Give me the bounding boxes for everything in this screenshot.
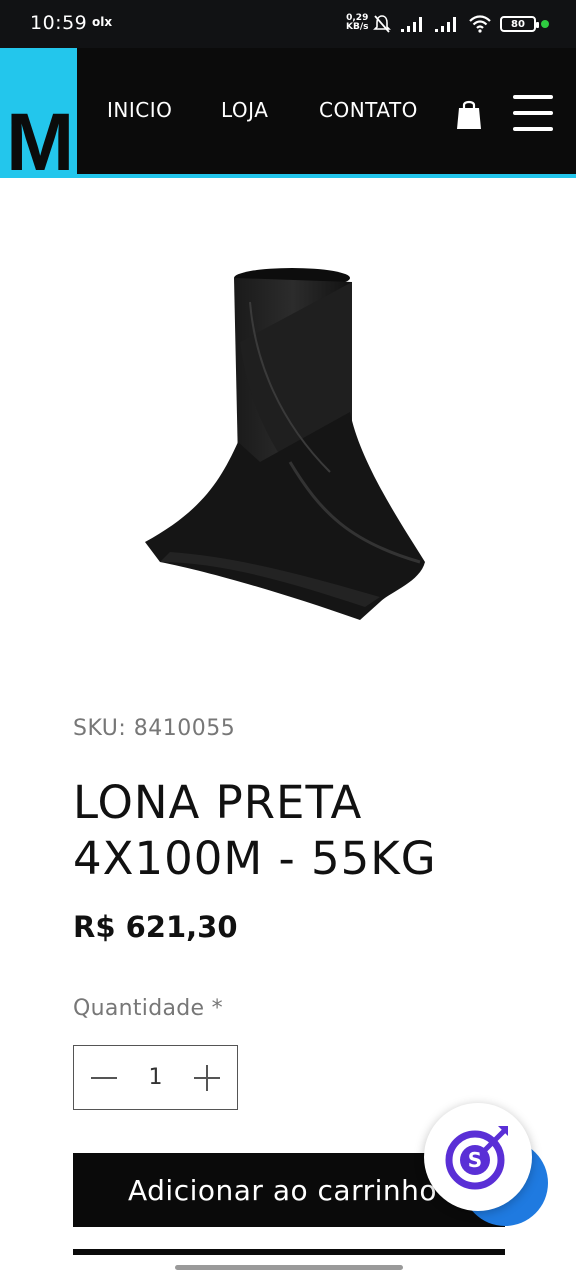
minus-icon [91,1076,117,1079]
plus-icon [194,1064,220,1091]
black-plastic-roll-image [145,268,425,620]
quantity-label: Quantidade * [73,996,223,1021]
nav-home-link[interactable]: INICIO [107,98,172,122]
status-time: 10:59 [30,12,88,34]
signal-icon [435,17,456,32]
nav-shop-link[interactable]: LOJA [221,98,268,122]
nav-contact-link[interactable]: CONTATO [319,98,418,122]
battery-icon: 80 [500,16,539,32]
product-title: LONA PRETA 4X100M - 55KG [73,776,437,885]
wifi-icon [469,15,491,33]
home-indicator [175,1265,403,1270]
required-asterisk: * [211,996,223,1021]
mute-icon [373,15,391,33]
quantity-stepper: 1 [73,1045,238,1110]
quantity-label-text: Quantidade [73,996,205,1021]
olx-notification-icon: olx [92,15,113,29]
shopping-bag-icon[interactable] [456,98,482,130]
target-s-icon[interactable]: S [442,1120,514,1192]
hamburger-menu-icon[interactable] [513,95,553,131]
network-speed: 0,29 KB/s [346,14,368,32]
site-header: M INICIO LOJA CONTATO [0,48,576,188]
signal-icon [401,17,422,32]
site-logo[interactable]: M [0,48,77,188]
status-icons: 80 [372,12,539,36]
next-button-edge [73,1249,505,1255]
product-price: R$ 621,30 [73,910,238,944]
quantity-input[interactable]: 1 [134,1065,177,1090]
decrease-quantity-button[interactable] [74,1046,134,1109]
product-sku: SKU: 8410055 [73,716,236,741]
network-speed-unit: KB/s [346,22,369,32]
increase-quantity-button[interactable] [177,1046,237,1109]
status-bar: 10:59 olx 0,29 KB/s 80 [0,0,576,48]
logo-letter: M [6,97,74,188]
privacy-dot [541,20,549,28]
